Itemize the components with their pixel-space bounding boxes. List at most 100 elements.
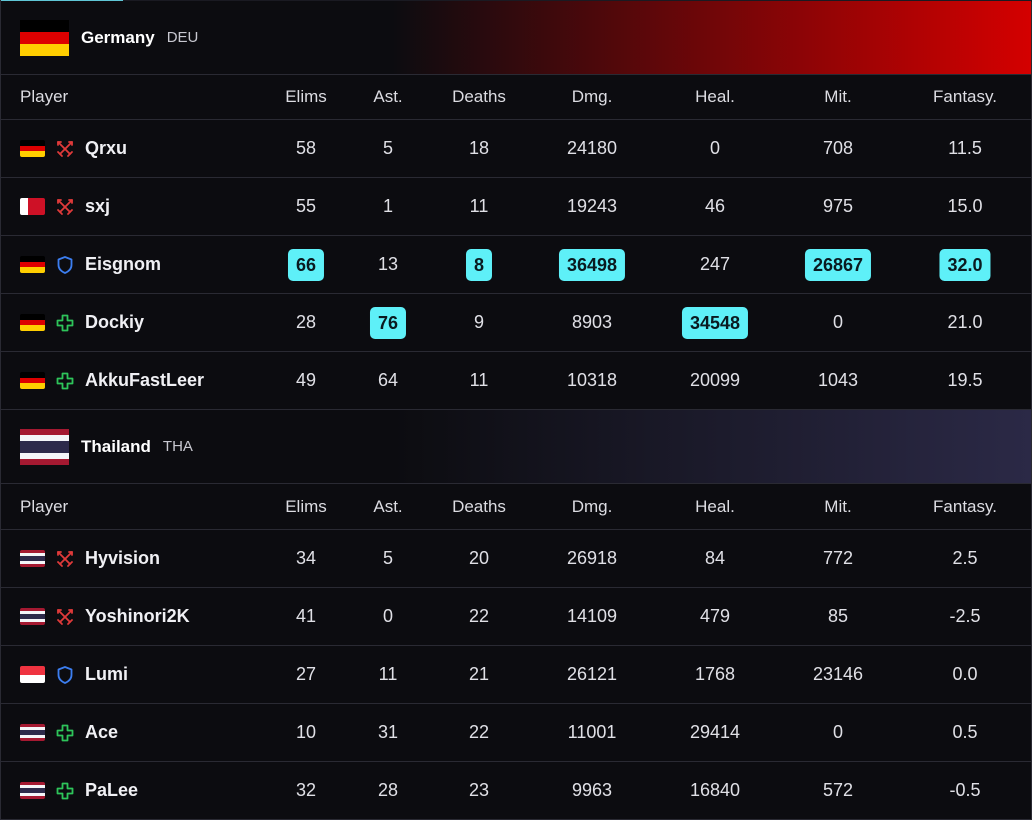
stat-value: 64 — [377, 370, 399, 390]
stat-mit: 975 — [823, 178, 853, 235]
player-row[interactable]: AkkuFastLeer 49 64 11 10318 20099 1043 19.5 — [1, 352, 1031, 410]
player-name[interactable]: Dockiy — [85, 312, 144, 333]
stat-fantasy: 32.0 — [939, 236, 991, 293]
column-header-row: Player Elims Ast. Deaths Dmg. Heal. Mit. Fantas… — [1, 484, 1031, 530]
stat-best-badge: 76 — [369, 306, 407, 339]
player-row[interactable]: Hyvision 34 5 20 26918 84 772 2.5 — [1, 530, 1031, 588]
column-header-fantasy[interactable]: Fantasy. — [933, 74, 997, 119]
column-header-fantasy[interactable]: Fantasy. — [933, 484, 997, 529]
player-row[interactable]: Lumi 27 11 21 26121 1768 23146 0.0 — [1, 646, 1031, 704]
player-name[interactable]: AkkuFastLeer — [85, 370, 204, 391]
stat-elims: 28 — [296, 294, 316, 351]
support-role-icon — [55, 723, 75, 743]
stat-mit: 26867 — [804, 236, 872, 293]
stat-deaths: 22 — [469, 704, 489, 761]
stat-value: 9 — [473, 312, 485, 332]
stat-value: 11 — [378, 664, 398, 684]
stat-mit: 0 — [833, 704, 843, 761]
stat-value: 1043 — [817, 370, 859, 390]
stat-value: 85 — [827, 606, 849, 626]
stat-heal: 46 — [705, 178, 725, 235]
column-header-elims[interactable]: Elims — [285, 484, 327, 529]
column-header-dmg[interactable]: Dmg. — [572, 484, 613, 529]
player-row[interactable]: Dockiy 28 76 9 8903 34548 0 21.0 — [1, 294, 1031, 352]
column-header-player[interactable]: Player — [20, 74, 68, 119]
stat-value: 11 — [469, 196, 489, 216]
player-name[interactable]: Ace — [85, 722, 118, 743]
stat-dmg: 26918 — [567, 530, 617, 587]
stat-value: 27 — [295, 664, 317, 684]
stat-fantasy: -2.5 — [949, 588, 980, 645]
stat-elims: 66 — [287, 236, 325, 293]
column-header-ast[interactable]: Ast. — [373, 484, 402, 529]
team-code: DEU — [166, 29, 199, 46]
player-name[interactable]: Hyvision — [85, 548, 160, 569]
stat-value: 32 — [295, 780, 317, 800]
stat-elims: 27 — [296, 646, 316, 703]
stat-value: 0.0 — [952, 664, 978, 684]
column-header-deaths[interactable]: Deaths — [452, 484, 506, 529]
stat-value: 11.5 — [948, 138, 982, 158]
player-name[interactable]: Yoshinori2K — [85, 606, 190, 627]
player-cell: sxj — [20, 178, 110, 235]
tank-role-icon — [55, 665, 75, 685]
player-name[interactable]: Qrxu — [85, 138, 127, 159]
stat-best-badge: 26867 — [804, 248, 872, 281]
stat-dmg: 19243 — [567, 178, 617, 235]
stat-value: 975 — [822, 196, 854, 216]
player-name[interactable]: sxj — [85, 196, 110, 217]
stat-heal: 34548 — [681, 294, 749, 351]
player-name[interactable]: PaLee — [85, 780, 138, 801]
player-cell: Eisgnom — [20, 236, 161, 293]
column-header-dmg[interactable]: Dmg. — [572, 74, 613, 119]
player-row[interactable]: PaLee 32 28 23 9963 16840 572 -0.5 — [1, 762, 1031, 820]
stat-value: 5 — [382, 548, 394, 568]
stat-fantasy: 15.0 — [947, 178, 982, 235]
stat-ast: 31 — [378, 704, 398, 761]
stat-value: 22 — [468, 606, 490, 626]
player-name[interactable]: Eisgnom — [85, 254, 161, 275]
player-cell: Lumi — [20, 646, 128, 703]
stat-fantasy: -0.5 — [949, 762, 980, 819]
player-row[interactable]: sxj 55 1 11 19243 46 975 15.0 — [1, 178, 1031, 236]
stat-deaths: 8 — [465, 236, 493, 293]
column-header-ast[interactable]: Ast. — [373, 74, 402, 119]
column-header-mit[interactable]: Mit. — [824, 484, 851, 529]
column-header-player[interactable]: Player — [20, 484, 68, 529]
stat-elims: 55 — [296, 178, 316, 235]
column-header-mit[interactable]: Mit. — [824, 74, 851, 119]
stat-dmg: 24180 — [567, 120, 617, 177]
stat-fantasy: 0.0 — [952, 646, 977, 703]
stat-value: 23146 — [812, 664, 864, 684]
player-flag-icon — [20, 724, 45, 741]
stat-value: 20 — [468, 548, 490, 568]
player-flag-icon — [20, 314, 45, 331]
column-header-heal[interactable]: Heal. — [695, 74, 735, 119]
player-row[interactable]: Ace 10 31 22 11001 29414 0 0.5 — [1, 704, 1031, 762]
damage-role-icon — [55, 549, 75, 569]
stat-ast: 64 — [378, 352, 398, 409]
player-name[interactable]: Lumi — [85, 664, 128, 685]
stat-value: 10318 — [566, 370, 618, 390]
stat-deaths: 9 — [474, 294, 484, 351]
stat-ast: 5 — [383, 120, 393, 177]
stat-value: 5 — [382, 138, 394, 158]
column-header-heal[interactable]: Heal. — [695, 484, 735, 529]
stat-fantasy: 21.0 — [947, 294, 982, 351]
player-row[interactable]: Yoshinori2K 41 0 22 14109 479 85 -2.5 — [1, 588, 1031, 646]
column-header-deaths[interactable]: Deaths — [452, 74, 506, 119]
team-name: Germany — [81, 27, 155, 47]
player-cell: Dockiy — [20, 294, 144, 351]
stat-value: 11001 — [567, 722, 617, 742]
stat-value: -0.5 — [949, 780, 981, 800]
teams-container: Germany DEU Player Elims Ast. Deaths Dmg. Heal.… — [1, 0, 1031, 820]
column-header-elims[interactable]: Elims — [285, 74, 327, 119]
stat-value: 24180 — [566, 138, 618, 158]
player-flag-icon — [20, 140, 45, 157]
player-row[interactable]: Qrxu 58 5 18 24180 0 708 11.5 — [1, 120, 1031, 178]
stat-deaths: 11 — [470, 352, 489, 409]
stat-ast: 11 — [379, 646, 398, 703]
player-row[interactable]: Eisgnom 66 13 8 36498 247 26867 32.0 — [1, 236, 1031, 294]
stat-deaths: 21 — [469, 646, 489, 703]
stat-mit: 772 — [823, 530, 853, 587]
